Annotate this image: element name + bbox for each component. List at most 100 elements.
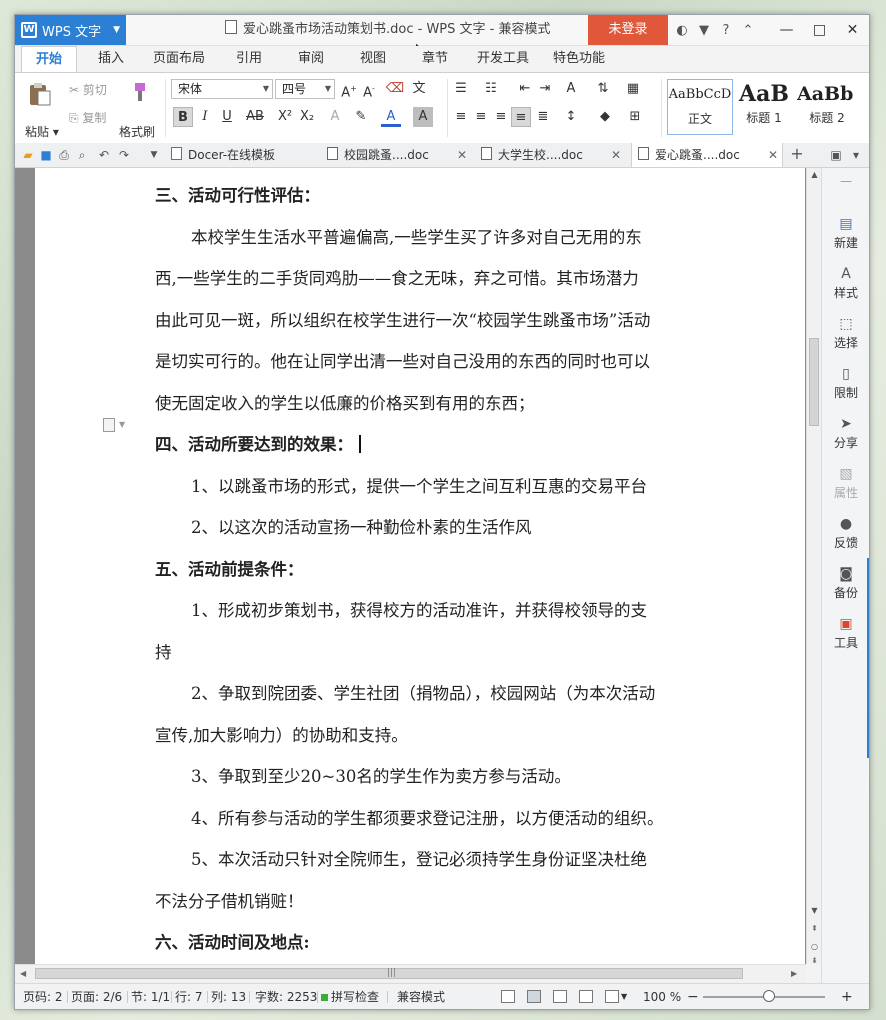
tab-developer[interactable]: 开发工具 <box>471 46 535 72</box>
outline-view-icon[interactable] <box>553 990 567 1003</box>
scroll-down-icon[interactable]: ▼ <box>807 906 822 915</box>
tab-chapter[interactable]: 章节 <box>411 46 459 72</box>
login-button[interactable]: 未登录 <box>588 15 668 45</box>
collapse-icon[interactable]: ⌃ <box>737 23 759 38</box>
font-name-select[interactable]: 宋体 ▼ <box>171 79 273 99</box>
align-center-icon[interactable]: ≡ <box>471 107 491 127</box>
cut-button[interactable]: ✂ 剪切 <box>69 81 107 98</box>
print-icon[interactable]: ⎙ <box>55 143 73 167</box>
scroll-up-icon[interactable]: ▲ <box>807 170 822 179</box>
doc-tab[interactable]: 大学生校....doc ✕ <box>475 143 625 167</box>
paste-label[interactable]: 粘贴 ▾ <box>25 123 59 140</box>
zoom-level[interactable]: 100 % <box>643 984 681 1009</box>
document-page[interactable]: ▼ 三、活动可行性评估： 本校学生生活水平普遍偏高,一些学生买了许多对自己无用的东… <box>35 168 805 964</box>
line-spacing-icon[interactable]: ↕ <box>561 107 581 127</box>
select-browse-object-icon[interactable]: ○ <box>807 942 822 951</box>
format-painter-icon[interactable] <box>127 81 149 103</box>
status-page-code[interactable]: 页码: 2 <box>23 984 63 1009</box>
print-preview-icon[interactable]: ⌕ <box>73 143 91 167</box>
undo-icon[interactable]: ↶ <box>95 143 113 167</box>
status-pages[interactable]: 页面: 2/6 <box>71 984 122 1009</box>
close-tab-icon[interactable]: ✕ <box>611 143 621 167</box>
section-heading[interactable]: 三、活动可行性评估： <box>155 182 715 206</box>
highlight-icon[interactable]: ✎ <box>351 107 371 127</box>
body-text-line[interactable]: 1、形成初步策划书，获得校方的活动准许，并获得校领导的支 <box>191 597 751 621</box>
tab-view[interactable]: 视图 <box>349 46 397 72</box>
shading-icon[interactable]: ◆ <box>595 107 615 127</box>
panel-item-share[interactable]: ➤ 分享 <box>822 416 869 451</box>
body-text-line[interactable]: 西,一些学生的二手货同鸡肋——食之无味，弃之可惜。其市场潜力 <box>155 265 715 289</box>
copy-button[interactable]: ⎘ 复制 <box>69 109 106 126</box>
status-word-count[interactable]: 字数: 2253 <box>255 984 317 1009</box>
subscript-icon[interactable]: X₂ <box>297 107 317 127</box>
strikethrough-icon[interactable]: AB <box>245 107 265 127</box>
pinyin-icon[interactable]: 文 <box>409 79 429 99</box>
increase-indent-icon[interactable]: ⇥ <box>535 79 555 99</box>
body-text-line[interactable]: 由此可见一斑，所以组织在校学生进行一次“校园学生跳蚤市场”活动 <box>155 307 715 331</box>
body-text-line[interactable]: 是切实可行的。他在让同学出清一些对自己没用的东西的同时也可以 <box>155 348 715 372</box>
italic-icon[interactable]: I <box>195 107 215 127</box>
doc-tab-active[interactable]: 爱心跳蚤....doc ✕ <box>631 143 783 167</box>
borders-icon[interactable]: ▦ <box>623 79 643 99</box>
grow-font-icon[interactable]: A+ <box>339 79 359 100</box>
wps-app-button[interactable]: W WPS 文字 ▼ <box>15 15 126 45</box>
section-heading[interactable]: 四、活动所要达到的效果： <box>155 431 715 455</box>
superscript-icon[interactable]: X² <box>275 107 295 127</box>
align-right-icon[interactable]: ≡ <box>491 107 511 127</box>
paragraph-layout-icon[interactable] <box>103 418 115 432</box>
body-text-line[interactable]: 1、以跳蚤市场的形式，提供一个学生之间互利互惠的交易平台 <box>191 473 751 497</box>
doc-tab[interactable]: Docer-在线模板 <box>165 143 315 167</box>
document-area[interactable]: ▼ 三、活动可行性评估： 本校学生生活水平普遍偏高,一些学生买了许多对自己无用的东… <box>15 168 806 964</box>
clear-format-icon[interactable]: ⌫ <box>385 79 405 99</box>
panel-item-select[interactable]: ⬚ 选择 <box>822 316 869 351</box>
panel-item-feedback[interactable]: ● 反馈 <box>822 516 869 551</box>
previous-page-icon[interactable]: ⇞ <box>807 924 822 933</box>
body-text-line[interactable]: 2、以这次的活动宣扬一种勤俭朴素的生活作风 <box>191 514 751 538</box>
horizontal-scrollbar[interactable]: ◀ ||| ▶ <box>15 964 806 983</box>
minimize-icon[interactable]: — <box>770 15 803 45</box>
panel-item-toolbox[interactable]: ▣ 工具 <box>822 616 869 651</box>
panel-item-new-doc[interactable]: ▤ 新建 <box>822 216 869 251</box>
close-tab-icon[interactable]: ✕ <box>457 143 467 167</box>
body-text-line[interactable]: 5、本次活动只针对全院师生，登记必须持学生身份证坚决杜绝 <box>191 846 751 870</box>
body-text-line[interactable]: 使无固定收入的学生以低廉的价格买到有用的东西； <box>155 390 715 414</box>
redo-icon[interactable]: ↷ <box>115 143 133 167</box>
numbering-icon[interactable]: ☷ <box>481 79 501 99</box>
chinese-layout-icon[interactable]: A <box>561 79 581 99</box>
status-section[interactable]: 节: 1/1 <box>131 984 170 1009</box>
chevron-down-icon[interactable]: ▼ <box>119 420 125 429</box>
tab-start[interactable]: 开始 <box>21 46 77 73</box>
tab-page-layout[interactable]: 页面布局 <box>147 46 211 72</box>
tab-insert[interactable]: 插入 <box>87 46 135 72</box>
scroll-right-icon[interactable]: ▶ <box>791 965 797 983</box>
page-view-icon[interactable] <box>527 990 541 1003</box>
distributed-align-icon[interactable]: ≣ <box>533 107 553 127</box>
section-heading[interactable]: 五、活动前提条件： <box>155 556 715 580</box>
scroll-thumb[interactable] <box>809 338 819 426</box>
tab-review[interactable]: 审阅 <box>287 46 335 72</box>
style-heading2[interactable]: AaBb 标题 2 <box>797 79 857 133</box>
tab-features[interactable]: 特色功能 <box>547 46 611 72</box>
underline-icon[interactable]: U <box>217 107 237 127</box>
spell-check-button[interactable]: 拼写检查 <box>321 984 379 1009</box>
tab-list-icon[interactable]: ▣ <box>827 143 845 167</box>
status-row[interactable]: 行: 7 <box>175 984 203 1009</box>
doc-tab[interactable]: 校园跳蚤....doc ✕ <box>321 143 471 167</box>
web-view-icon[interactable] <box>579 990 593 1003</box>
close-icon[interactable]: ✕ <box>836 15 869 45</box>
next-page-icon[interactable]: ⇟ <box>807 956 822 965</box>
format-painter-label[interactable]: 格式刷 <box>119 123 155 140</box>
bullets-icon[interactable]: ☰ <box>451 79 471 99</box>
align-left-icon[interactable]: ≡ <box>451 107 471 127</box>
shirt-icon[interactable]: ▼ <box>693 23 715 38</box>
style-normal[interactable]: AaBbCcD 正文 <box>667 79 733 135</box>
reading-view-icon[interactable] <box>605 990 619 1003</box>
body-text-line[interactable]: 持 <box>155 639 715 663</box>
panel-item-style[interactable]: A 样式 <box>822 266 869 301</box>
paste-icon[interactable] <box>27 81 53 107</box>
tab-references[interactable]: 引用 <box>225 46 273 72</box>
maximize-icon[interactable]: □ <box>803 15 836 45</box>
panel-item-restrict[interactable]: ▯ 限制 <box>822 366 869 401</box>
body-text-line[interactable]: 本校学生生活水平普遍偏高,一些学生买了许多对自己无用的东 <box>191 224 751 248</box>
align-justify-icon[interactable]: ≡ <box>511 107 531 127</box>
